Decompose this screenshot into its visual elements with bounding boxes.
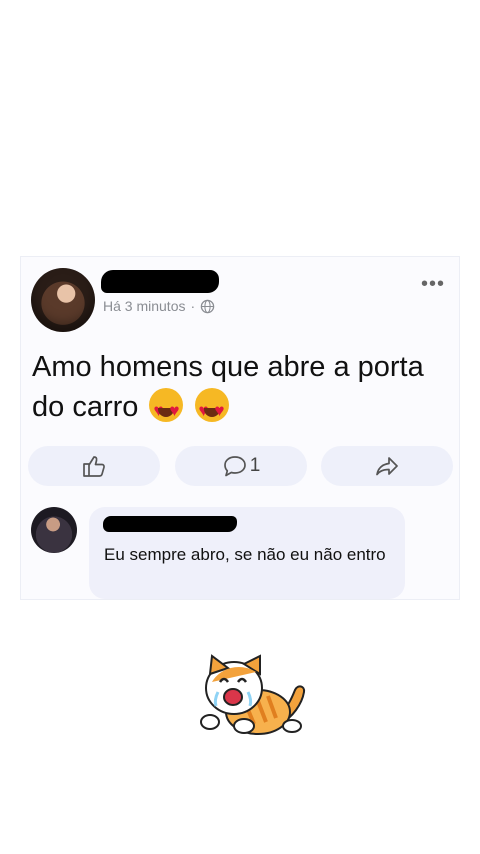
comment-count: 1: [249, 455, 261, 476]
more-options-icon[interactable]: •••: [421, 274, 445, 294]
post-meta: Há 3 minutos ·: [103, 298, 215, 314]
post-card: Há 3 minutos · ••• Amo homens que abre a…: [20, 256, 460, 600]
commenter-avatar[interactable]: [31, 507, 77, 553]
cat-sticker: [200, 654, 306, 735]
thumbs-up-icon: [83, 456, 105, 477]
comment-bubble: Eu sempre abro, se não eu não entro: [89, 507, 405, 599]
heart-eyes-emoji: [194, 388, 229, 431]
globe-icon: [200, 299, 215, 313]
post-text-content: Amo homens que abre a porta do carro: [32, 351, 424, 423]
post-timestamp[interactable]: Há 3 minutos: [103, 298, 185, 314]
comment-text: Eu sempre abro, se não eu não entro: [104, 545, 386, 564]
meta-separator: ·: [190, 298, 196, 314]
post-text: Amo homens que abre a porta do carro: [32, 347, 442, 431]
comment-bubble-icon: [223, 456, 246, 477]
author-name-redacted[interactable]: [101, 270, 219, 293]
share-button[interactable]: [321, 446, 453, 486]
commenter-name-redacted[interactable]: [103, 516, 237, 532]
author-avatar[interactable]: [31, 268, 95, 332]
comment-button[interactable]: 1: [175, 446, 307, 486]
share-arrow-icon: [376, 457, 398, 476]
like-button[interactable]: [28, 446, 160, 486]
heart-eyes-emoji: [149, 388, 184, 431]
